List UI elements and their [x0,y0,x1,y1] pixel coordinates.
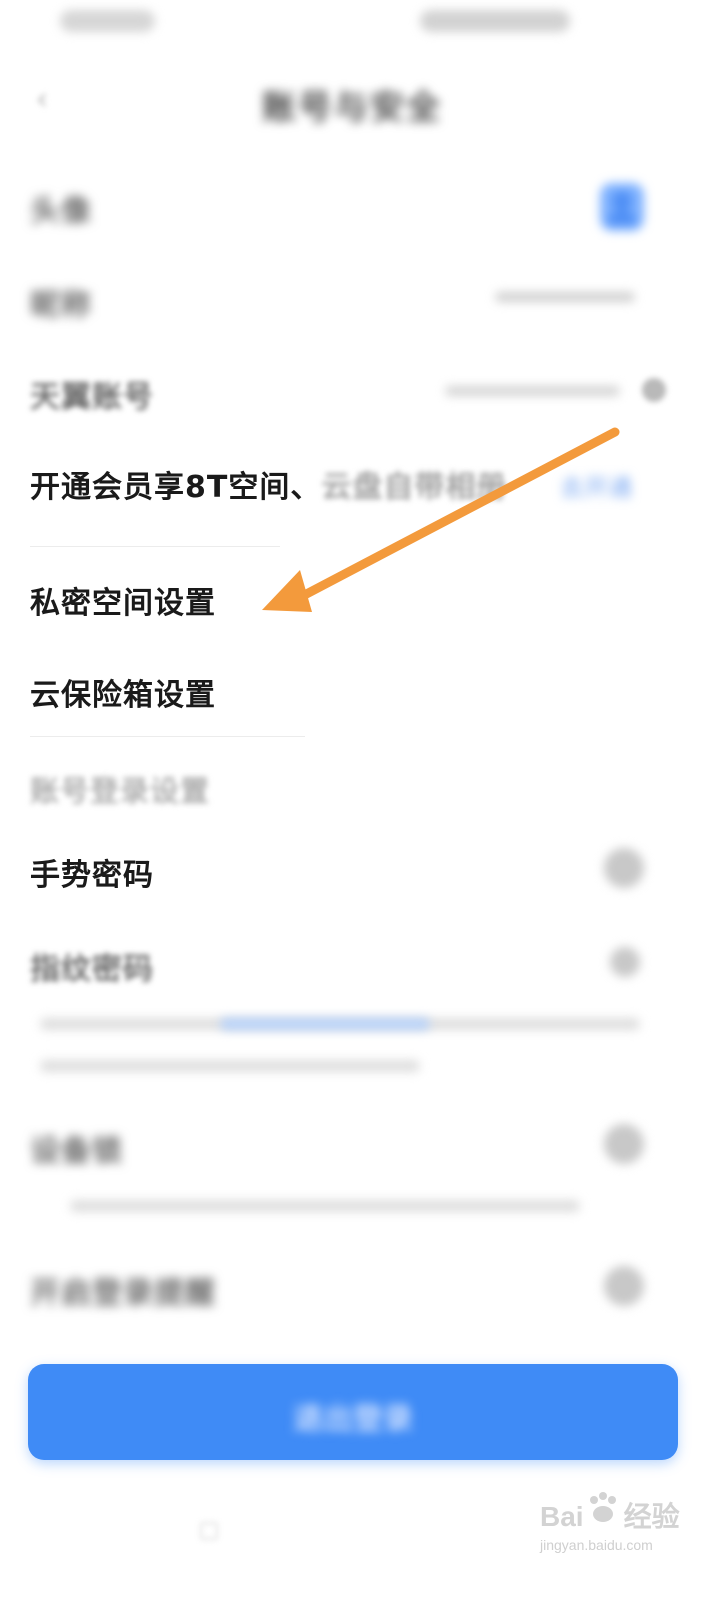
baidu-paw-icon [590,1492,616,1522]
baidu-brand-right: 经验 [623,1501,680,1532]
baidu-brand-left: Bai [540,1501,584,1532]
arrow-head [262,570,312,612]
arrow-shaft [290,427,620,605]
arrow-annotation-icon [262,427,620,612]
baidu-domain: jingyan.baidu.com [540,1537,653,1553]
